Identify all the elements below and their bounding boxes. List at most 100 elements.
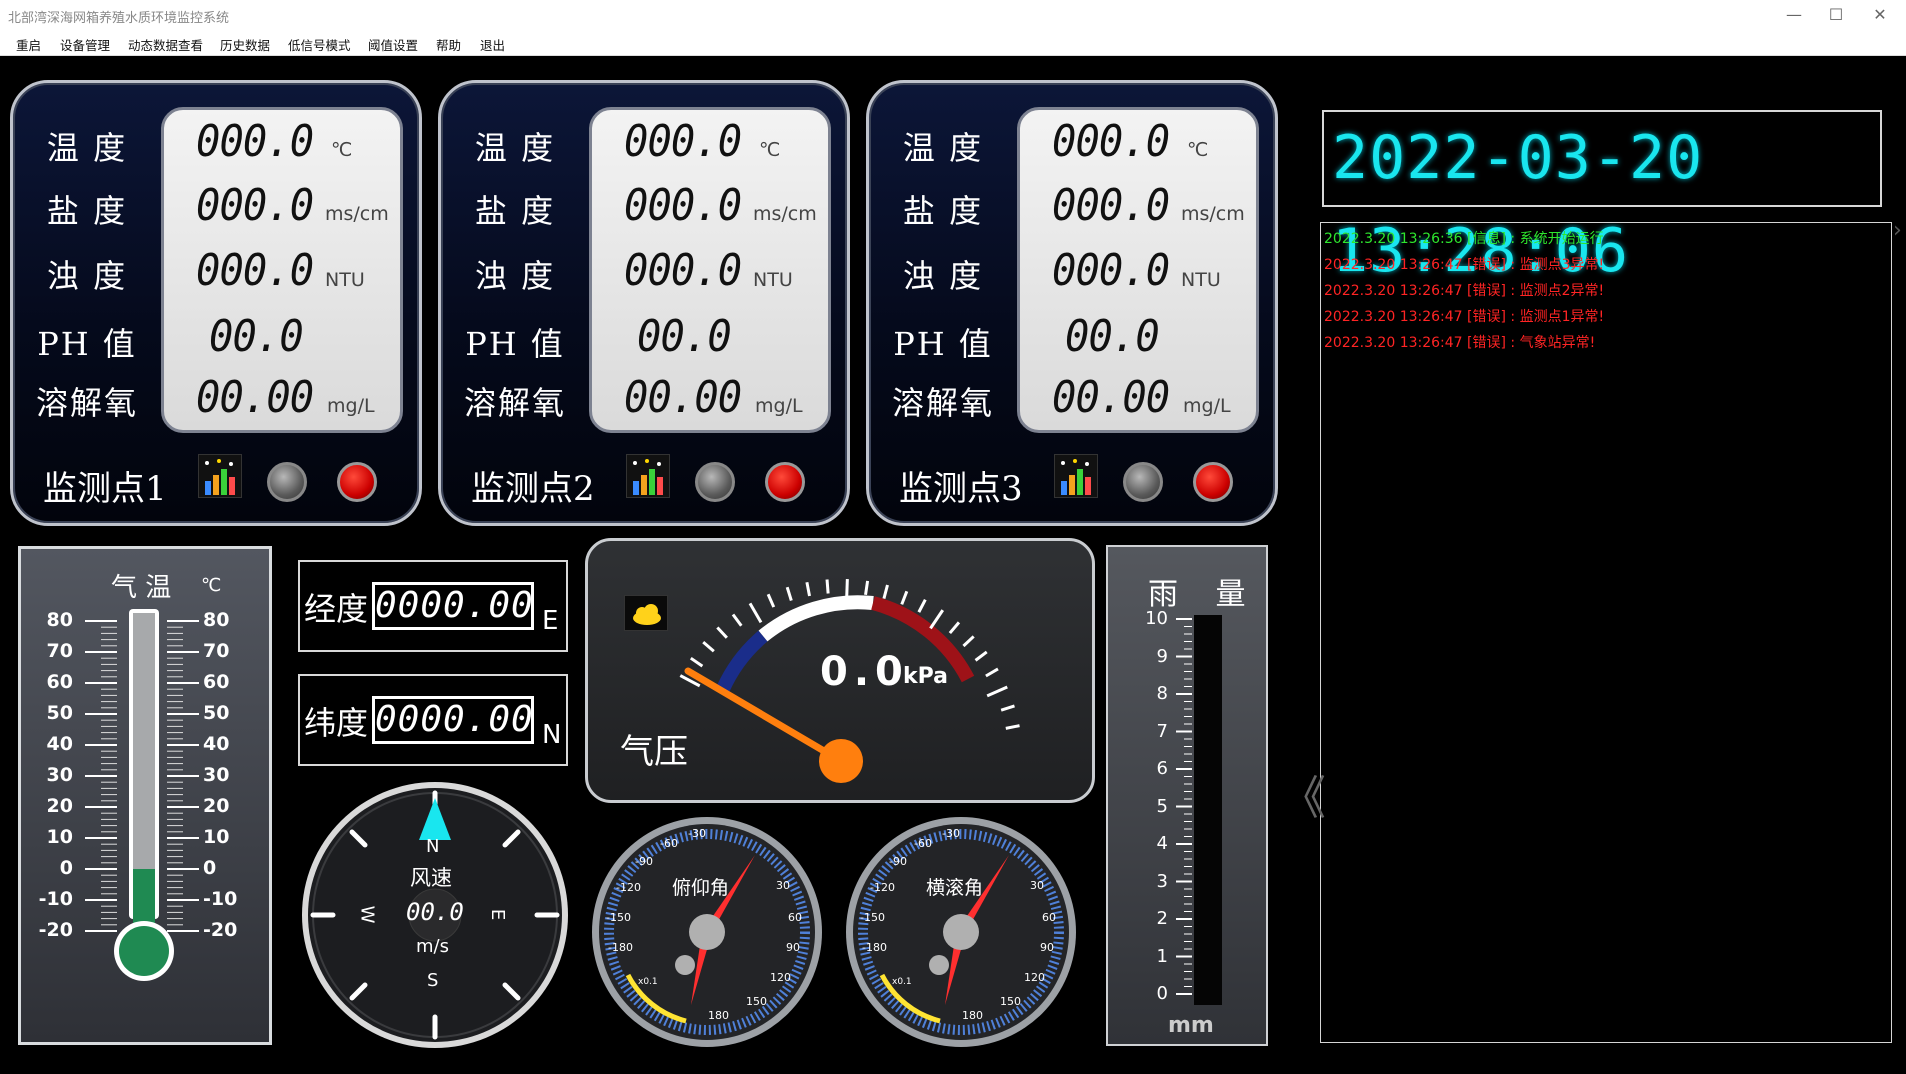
rainfall-tick-label: 6 <box>1156 758 1168 779</box>
station-name: 监测点2 <box>471 469 595 509</box>
roll-tick: -60 <box>914 837 932 850</box>
ph-value: 00.0 <box>209 311 304 362</box>
compass-n: N <box>426 836 440 857</box>
roll-tick: 120 <box>1024 971 1045 984</box>
dissolved-oxygen-label: 溶解氧 <box>891 384 994 422</box>
log-line: 2022.3.20 13:26:47 [错误] : 气象站异常! <box>1324 335 1596 351</box>
app-window: 北部湾深海网箱养殖水质环境监控系统 — ☐ ✕ 重启 设备管理 动态数据查看 历… <box>0 0 1906 1074</box>
status-indicator-red <box>1193 462 1233 502</box>
log-panel: 2022.3.20 13:26:36 [信息] : 系统开始运行 2022.3.… <box>1320 222 1892 1043</box>
pitch-gauge: 俯仰角 -30 -60 -90 -120 -150 -180 30 60 90 … <box>590 815 824 1049</box>
pressure-label: 气压 <box>620 732 688 772</box>
roll-tick: 150 <box>1000 995 1021 1008</box>
temperature-tick-label: 40 <box>203 733 230 755</box>
roll-gauge: 横滚角 -30 -60 -90 -120 -150 -180 30 60 90 … <box>844 815 1078 1049</box>
menu-low-signal-mode[interactable]: 低信号模式 <box>288 35 351 54</box>
chevron-right-icon[interactable]: › <box>1893 218 1902 243</box>
menu-help[interactable]: 帮助 <box>436 35 461 54</box>
air-temperature-gauge: 气 温 ℃ 80 80 70 70 60 60 50 50 40 40 30 30 20 20 10 10 0 0… <box>18 546 272 1045</box>
roll-tick: 60 <box>1042 911 1056 924</box>
salinity-value: 000.0 <box>1052 180 1170 231</box>
longitude-label: 经度 <box>304 590 369 628</box>
bar-chart-icon[interactable] <box>626 454 670 498</box>
status-indicator-gray <box>267 462 307 502</box>
latitude-direction: N <box>542 720 562 750</box>
menu-restart[interactable]: 重启 <box>16 35 41 54</box>
roll-tick: 90 <box>1040 941 1054 954</box>
temperature-unit: ℃ <box>331 139 353 161</box>
temperature-tick-label: 10 <box>203 826 230 848</box>
wind-speed-unit: m/s <box>416 936 449 957</box>
pitch-multiplier: x0.1 <box>638 977 658 987</box>
station-name: 监测点3 <box>899 469 1023 509</box>
menu-history-data[interactable]: 历史数据 <box>220 35 270 54</box>
temperature-tick-label: -10 <box>203 888 238 910</box>
temperature-tick-label: -20 <box>38 919 73 941</box>
compass-e: E <box>487 908 509 921</box>
salinity-label: 盐 度 <box>46 192 128 230</box>
dissolved-oxygen-value: 00.00 <box>196 372 314 423</box>
wind-speed-label: 风速 <box>410 866 452 890</box>
wind-speed-value: 00.0 <box>406 898 464 926</box>
longitude-direction: E <box>542 606 559 636</box>
temperature-tick-label: -10 <box>38 888 73 910</box>
longitude-value: 0000.00 <box>372 582 534 630</box>
temperature-tick-label: 0 <box>203 857 217 879</box>
log-line: 2022.3.20 13:26:47 [错误] : 监测点3异常! <box>1324 257 1605 273</box>
temperature-tick-label: 80 <box>46 609 73 631</box>
temperature-value: 000.0 <box>196 116 314 167</box>
pitch-label: 俯仰角 <box>672 877 730 899</box>
menu-device-management[interactable]: 设备管理 <box>60 35 110 54</box>
collapse-panel-icon[interactable]: 《 <box>1280 762 1326 828</box>
menu-threshold-settings[interactable]: 阈值设置 <box>368 35 418 54</box>
dissolved-oxygen-unit: mg/L <box>755 395 803 417</box>
thermometer-fill <box>133 869 155 929</box>
latitude-value: 0000.00 <box>372 696 534 744</box>
pitch-tick: -60 <box>660 837 678 850</box>
status-indicator-red <box>765 462 805 502</box>
latitude-label: 纬度 <box>304 704 369 742</box>
dissolved-oxygen-unit: mg/L <box>327 395 375 417</box>
minimize-button[interactable]: — <box>1774 2 1814 28</box>
roll-tick: -150 <box>860 911 885 924</box>
turbidity-unit: NTU <box>1181 269 1221 291</box>
salinity-unit: ms/cm <box>325 203 389 225</box>
log-line: 2022.3.20 13:26:47 [错误] : 监测点2异常! <box>1324 283 1605 299</box>
longitude-box: 经度 0000.00 E <box>298 560 568 652</box>
bar-chart-icon[interactable] <box>1054 454 1098 498</box>
temperature-tick-label: 70 <box>46 640 73 662</box>
turbidity-label: 浊 度 <box>474 257 556 295</box>
ph-value: 00.0 <box>1065 311 1160 362</box>
log-line: 2022.3.20 13:26:36 [信息] : 系统开始运行 <box>1324 231 1604 247</box>
temperature-tick-label: 50 <box>46 702 73 724</box>
rainfall-tick-label: 1 <box>1156 945 1168 967</box>
station-panel-3: 温 度 盐 度 浊 度 PH 值 溶解氧 000.0 ℃ 000.0 ms/cm… <box>866 80 1278 526</box>
dissolved-oxygen-value: 00.00 <box>624 372 742 423</box>
status-indicator-gray <box>1123 462 1163 502</box>
maximize-button[interactable]: ☐ <box>1816 2 1856 28</box>
log-line: 2022.3.20 13:26:47 [错误] : 监测点1异常! <box>1324 309 1605 325</box>
ph-label: PH 值 <box>465 325 565 363</box>
status-indicator-red <box>337 462 377 502</box>
temperature-value: 000.0 <box>624 116 742 167</box>
turbidity-label: 浊 度 <box>46 257 128 295</box>
roll-tick: -30 <box>942 827 960 840</box>
temperature-tick-label: 60 <box>46 671 73 693</box>
temperature-tick-label: -20 <box>203 919 238 941</box>
temperature-tick-label: 20 <box>46 795 73 817</box>
ph-value: 00.0 <box>637 311 732 362</box>
roll-tick: -90 <box>889 855 907 868</box>
menu-exit[interactable]: 退出 <box>480 35 505 54</box>
temperature-unit: ℃ <box>759 139 781 161</box>
turbidity-unit: NTU <box>753 269 793 291</box>
rainfall-tick-label: 8 <box>1156 683 1168 704</box>
close-button[interactable]: ✕ <box>1860 2 1900 28</box>
menu-dynamic-data[interactable]: 动态数据查看 <box>128 35 203 54</box>
station-panel-1: 温 度 盐 度 浊 度 PH 值 溶解氧 000.0 ℃ 000.0 ms/cm… <box>10 80 422 526</box>
window-title: 北部湾深海网箱养殖水质环境监控系统 <box>8 11 230 26</box>
status-indicator-gray <box>695 462 735 502</box>
rainfall-tick-label: 9 <box>1156 645 1168 667</box>
salinity-unit: ms/cm <box>1181 203 1245 225</box>
temperature-label: 温 度 <box>474 129 556 167</box>
bar-chart-icon[interactable] <box>198 454 242 498</box>
